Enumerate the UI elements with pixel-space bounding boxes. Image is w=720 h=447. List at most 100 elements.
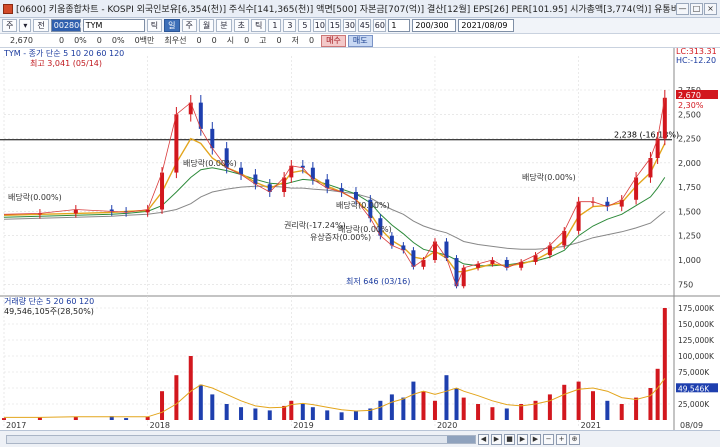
scroll-left-button[interactable]: ◀	[478, 433, 489, 445]
open-label: 시	[226, 36, 235, 45]
volume-tick-label: 25,000K	[678, 400, 710, 409]
stock-code-input[interactable]: 002800	[50, 19, 84, 32]
scroll-right-button[interactable]: ▶	[491, 433, 502, 445]
crosshair-icon[interactable]: ⊕	[569, 433, 580, 445]
zoom-in-button[interactable]: +	[556, 433, 567, 445]
period-day-button[interactable]: 일	[164, 19, 180, 32]
interval-5-button[interactable]: 5	[298, 19, 312, 32]
interval-3-button[interactable]: 3	[283, 19, 297, 32]
period-month-button[interactable]: 월	[198, 19, 215, 32]
maximize-button[interactable]: □	[690, 2, 703, 15]
volume-bar	[224, 404, 229, 420]
zoom-out-button[interactable]: −	[543, 433, 554, 445]
fast-forward-button[interactable]: ▶	[530, 433, 541, 445]
period-week-button[interactable]: 주	[181, 19, 197, 32]
volume-bar	[325, 410, 330, 420]
volume-bar	[576, 381, 581, 420]
volume-bar	[547, 394, 552, 420]
volume-bar	[476, 404, 481, 420]
volume-bar	[2, 418, 6, 420]
interval-45-button[interactable]: 45	[358, 19, 372, 32]
chart-scrollbar[interactable]	[6, 434, 476, 444]
best-label: 최우선	[164, 36, 187, 45]
stock-chart[interactable]: 2,7502,5002,2502,0001,7501,5001,2501,000…	[0, 48, 720, 430]
sell-button[interactable]: 매도	[347, 34, 373, 47]
price-candle	[160, 172, 165, 210]
quote-field-8: 0	[211, 36, 217, 45]
bottom-navigation: ◀ ▶ ■ ▶ ▶ − + ⊕	[0, 430, 720, 447]
volume-value: 49,546,105주(28,50%)	[4, 307, 94, 316]
price-candle	[188, 102, 193, 115]
price-tick-label: 1,500	[678, 207, 701, 216]
period-tick2-button[interactable]: 틱	[251, 19, 267, 32]
volume-bar	[411, 381, 416, 420]
interval-1-button[interactable]: 1	[268, 19, 282, 32]
volume-bar	[634, 397, 639, 420]
quote-field-2: 0%	[74, 36, 87, 45]
volume-bar	[188, 356, 193, 420]
title-bar: [0600] 키움종합차트 - KOSPI 외국인보유[6,354(천)] 주식…	[0, 0, 720, 18]
x-tick-label: 2021	[581, 421, 601, 430]
close-button[interactable]: ×	[704, 2, 717, 15]
price-tick-label: 2,000	[678, 159, 701, 168]
interval-30-button[interactable]: 30	[343, 19, 357, 32]
chart-annotation: 배당락(0.00%)	[183, 158, 237, 168]
market-dropdown-icon[interactable]: ▾	[19, 19, 32, 32]
price-tick-label: 2,250	[678, 135, 701, 144]
volume-bar	[421, 391, 426, 420]
chart-annotation: 최고 3,041 (05/14)	[30, 58, 102, 68]
scroll-thumb[interactable]	[447, 435, 475, 443]
price-tick-label: 1,250	[678, 232, 701, 241]
count-input[interactable]: 200/300	[412, 19, 457, 32]
price-candle	[634, 177, 639, 200]
current-pct-label: 2,30%	[678, 101, 704, 110]
volume-bar	[239, 407, 244, 420]
volume-bar	[562, 384, 567, 420]
volume-bar	[160, 391, 165, 420]
volume-bar	[519, 404, 524, 420]
volume-bar	[619, 404, 624, 420]
volume-bar	[648, 388, 653, 420]
lc-label: LC:313.31	[676, 48, 717, 56]
volume-bar	[605, 400, 610, 420]
volume-bar	[461, 397, 466, 420]
interval-60-button[interactable]: 60	[373, 19, 387, 32]
volume-bar	[389, 394, 394, 420]
interval-15-button[interactable]: 15	[328, 19, 342, 32]
minimize-button[interactable]: —	[676, 2, 689, 15]
x-tick-label: 2018	[150, 421, 170, 430]
price-tick-label: 750	[678, 280, 693, 289]
chart-annotation: 배당락(0.00%)	[336, 200, 390, 210]
x-tick-label: 08/09	[680, 421, 703, 430]
all-button[interactable]: 전	[33, 19, 49, 32]
chart-area[interactable]: 2,7502,5002,2502,0001,7501,5001,2501,000…	[0, 48, 720, 430]
interval-10-button[interactable]: 10	[313, 19, 327, 32]
quote-bar: 2,670 0 0% 0 0% 0백만 최우선 0 0 시 0 고 0 저 0 …	[0, 34, 720, 48]
market-select[interactable]: 주	[2, 19, 18, 32]
volume-bar	[655, 368, 660, 420]
window-controls: — □ ×	[676, 2, 717, 15]
high-value: 0	[276, 36, 282, 45]
low-value: 0	[309, 36, 315, 45]
price-legend: TYM - 종가 단순 5 10 20 60 120	[3, 48, 124, 58]
unit-input[interactable]: 1	[388, 19, 411, 32]
volume-tick-label: 125,000K	[678, 336, 715, 345]
hc-label: HC:-12.20	[676, 56, 716, 65]
stock-name-input[interactable]: TYM	[82, 19, 145, 32]
period-minute-button[interactable]: 분	[216, 19, 232, 32]
volume-bar	[662, 308, 667, 420]
volume-bar	[310, 407, 315, 420]
volume-tick-label: 150,000K	[678, 320, 715, 329]
quote-field-1: 0	[59, 36, 65, 45]
buy-button[interactable]: 매수	[321, 34, 346, 47]
stop-button[interactable]: ■	[504, 433, 515, 445]
volume-bar	[444, 375, 449, 420]
price-candle	[648, 158, 653, 178]
volume-bar	[504, 408, 509, 420]
price-candle	[253, 174, 258, 185]
period-tick-button[interactable]: 틱	[146, 19, 163, 32]
price-candle	[174, 114, 179, 173]
period-second-button[interactable]: 초	[233, 19, 250, 32]
date-input[interactable]: 2021/08/09	[458, 19, 515, 32]
play-button[interactable]: ▶	[517, 433, 528, 445]
